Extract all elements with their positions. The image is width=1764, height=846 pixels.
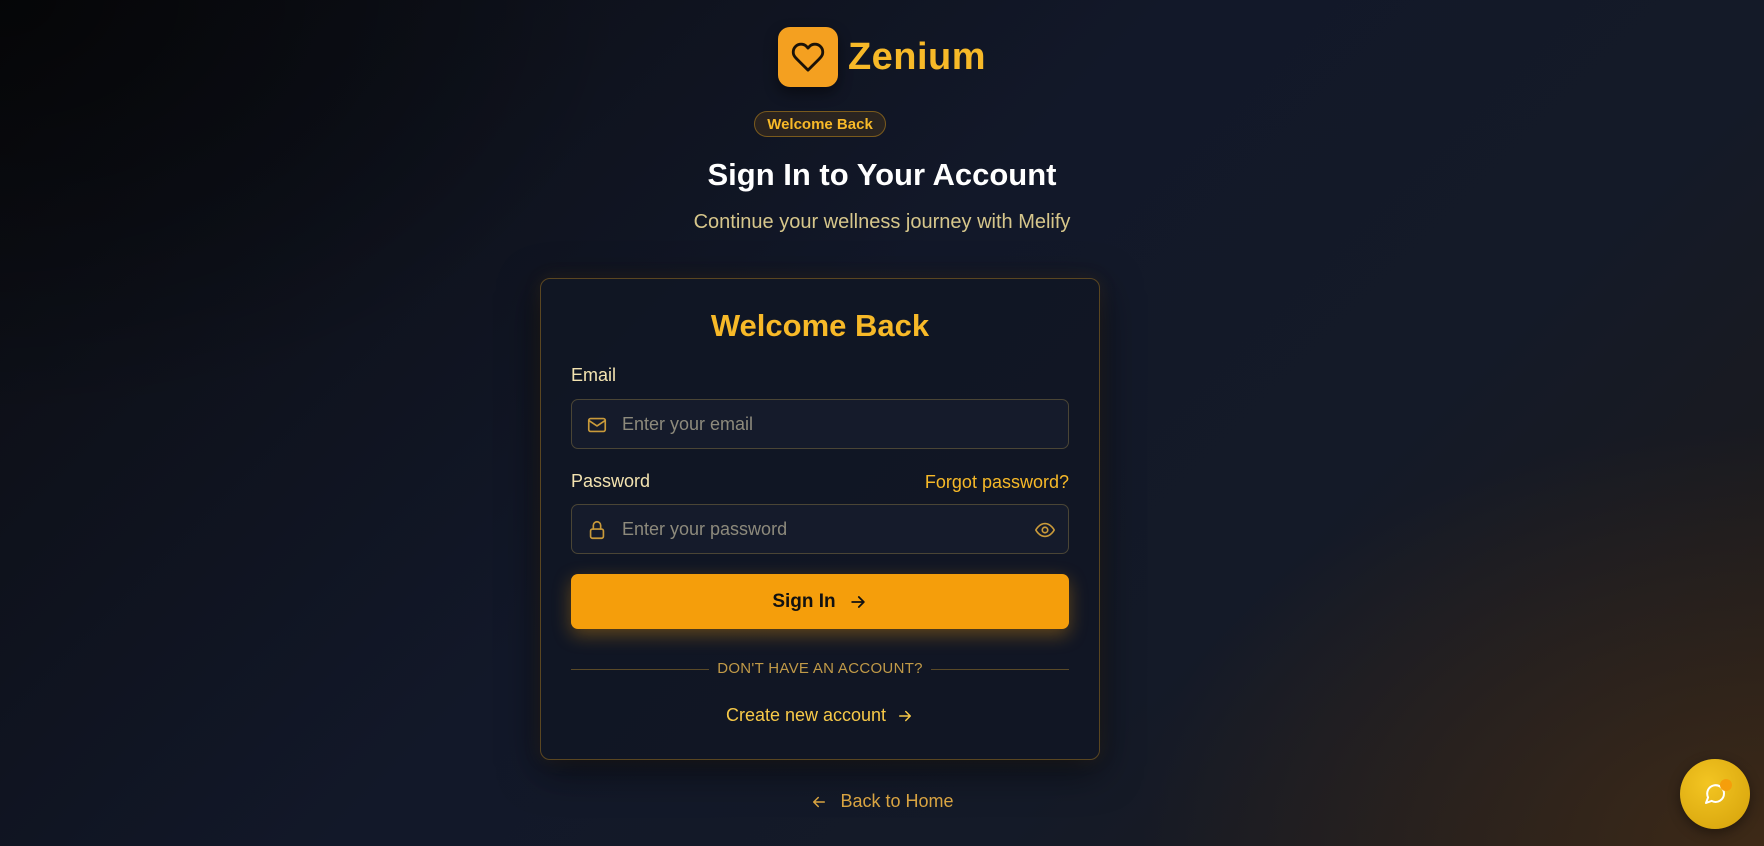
sign-in-label: Sign In [772,590,836,612]
create-account-link[interactable]: Create new account [541,705,1099,726]
account-divider: DON'T HAVE AN ACCOUNT? [571,659,1069,679]
lock-icon [589,520,605,540]
page-subtitle: Continue your wellness journey with Meli… [693,211,1071,233]
create-account-label: Create new account [725,705,887,725]
divider-text: DON'T HAVE AN ACCOUNT? [717,660,923,677]
chat-button[interactable] [1680,759,1750,829]
mail-icon [587,417,607,433]
arrow-right-icon [850,595,865,608]
forgot-password-link[interactable]: Forgot password? [925,472,1069,493]
password-input[interactable] [622,505,1022,553]
arrow-left-icon [813,796,826,807]
welcome-badge: Welcome Back [754,111,886,137]
card-title: Welcome Back [710,308,930,343]
arrow-right-icon [899,710,912,721]
signin-card: Welcome Back Email Password Forgot passw… [540,278,1100,760]
logo [777,27,838,87]
sign-in-button[interactable]: Sign In [571,574,1069,629]
brand-name: Zenium [847,35,987,78]
page-title: Sign In to Your Account [707,157,1057,192]
brand-header: Zenium [0,27,1764,87]
notification-dot [1720,779,1732,791]
password-label: Password [571,471,651,491]
email-input[interactable] [622,400,1022,448]
password-field-wrapper [571,504,1069,554]
back-to-home-link[interactable]: Back to Home [0,791,1764,812]
eye-icon[interactable] [1034,519,1056,541]
back-to-home-label: Back to Home [840,791,954,811]
email-field-wrapper [571,399,1069,449]
heart-icon [791,42,825,72]
email-label: Email [571,365,617,385]
